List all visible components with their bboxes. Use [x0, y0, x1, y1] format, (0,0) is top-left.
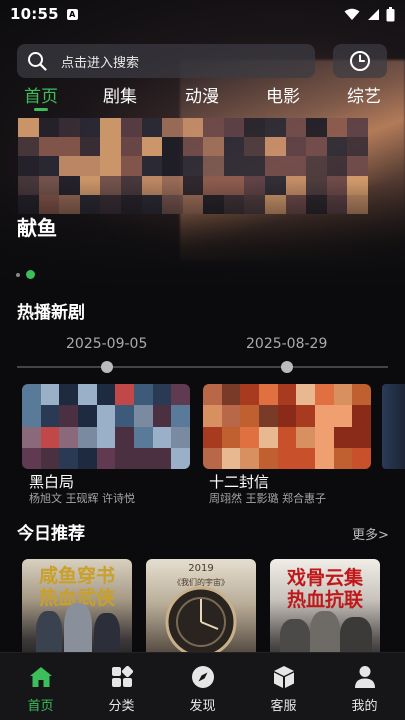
timeline: [17, 366, 388, 368]
notification-a-icon: A: [66, 8, 78, 20]
nav-service[interactable]: 客服: [243, 653, 324, 720]
drama-card-partial[interactable]: [382, 384, 405, 469]
tab-anime[interactable]: 动漫: [185, 82, 219, 107]
drama-title[interactable]: 黑白局: [29, 471, 74, 492]
tab-home[interactable]: 首页: [24, 82, 58, 107]
poster[interactable]: 咸鱼穿书 热血武侠: [22, 559, 132, 659]
timeline-date: 2025-09-05: [66, 336, 148, 352]
compass-icon: [191, 665, 215, 689]
drama-thumbnail: [203, 384, 371, 469]
nav-mine[interactable]: 我的: [324, 653, 405, 720]
drama-cast: 周翊然 王影璐 郑合惠子: [209, 492, 326, 505]
hero-title[interactable]: 献鱼: [17, 212, 57, 241]
clock-face-graphic: [165, 586, 237, 658]
timeline-dot: [101, 361, 113, 373]
grid-icon: [110, 665, 134, 689]
nav-label: 我的: [351, 699, 378, 714]
tab-underline: [34, 108, 48, 111]
search-bar[interactable]: 点击进入搜索: [17, 44, 315, 78]
wifi-icon: [344, 8, 360, 20]
clock-icon: [350, 51, 370, 71]
history-button[interactable]: [333, 44, 387, 78]
drama-title[interactable]: 十二封信: [209, 471, 269, 492]
person-icon: [353, 665, 377, 689]
drama-thumbnail: [22, 384, 190, 469]
drama-cast: 杨旭文 王砚辉 许诗悦: [29, 492, 135, 505]
poster-text-line: 热血抗联: [286, 589, 363, 611]
battery-icon: [386, 6, 395, 21]
carousel-dot: [16, 272, 20, 277]
search-icon: [28, 52, 47, 71]
nav-discover[interactable]: 发现: [162, 653, 243, 720]
tab-movie[interactable]: 电影: [266, 82, 300, 107]
poster-text-line: 戏骨云集: [286, 567, 363, 589]
poster[interactable]: 2019 《我们的宇宙》: [146, 559, 256, 659]
tab-variety[interactable]: 综艺: [347, 82, 381, 107]
nav-category[interactable]: 分类: [81, 653, 162, 720]
signal-icon: [368, 8, 379, 20]
carousel-dots: [16, 270, 35, 279]
search-placeholder: 点击进入搜索: [61, 55, 140, 71]
poster-year: 2019: [188, 563, 214, 574]
nav-label: 首页: [27, 699, 54, 714]
drama-card[interactable]: [203, 384, 371, 469]
timeline-dot: [281, 361, 293, 373]
nav-label: 分类: [108, 699, 135, 714]
poster-text-line: 咸鱼穿书: [38, 565, 115, 587]
hot-new-title: 热播新剧: [17, 303, 85, 323]
box-icon: [272, 665, 296, 689]
nav-label: 客服: [270, 699, 297, 714]
more-link[interactable]: 更多>: [352, 524, 389, 543]
nav-home[interactable]: 首页: [0, 653, 81, 720]
poster-figure: [64, 603, 92, 659]
timeline-date: 2025-08-29: [246, 336, 328, 352]
tab-series[interactable]: 剧集: [103, 82, 137, 107]
status-time: 10:55: [10, 5, 59, 23]
poster[interactable]: 戏骨云集 热血抗联: [270, 559, 380, 659]
status-bar: 10:55 A: [0, 0, 405, 28]
hero-fade: [0, 180, 405, 290]
home-icon: [29, 665, 53, 689]
drama-card[interactable]: [22, 384, 190, 469]
bottom-nav: 首页 分类 发现 客服 我的: [0, 652, 405, 720]
poster-text: 戏骨云集 热血抗联: [270, 567, 380, 611]
nav-label: 发现: [189, 699, 216, 714]
carousel-dot-active: [26, 270, 35, 279]
today-title: 今日推荐: [17, 524, 85, 544]
category-tabs: 首页 剧集 动漫 电影 综艺: [0, 82, 405, 116]
